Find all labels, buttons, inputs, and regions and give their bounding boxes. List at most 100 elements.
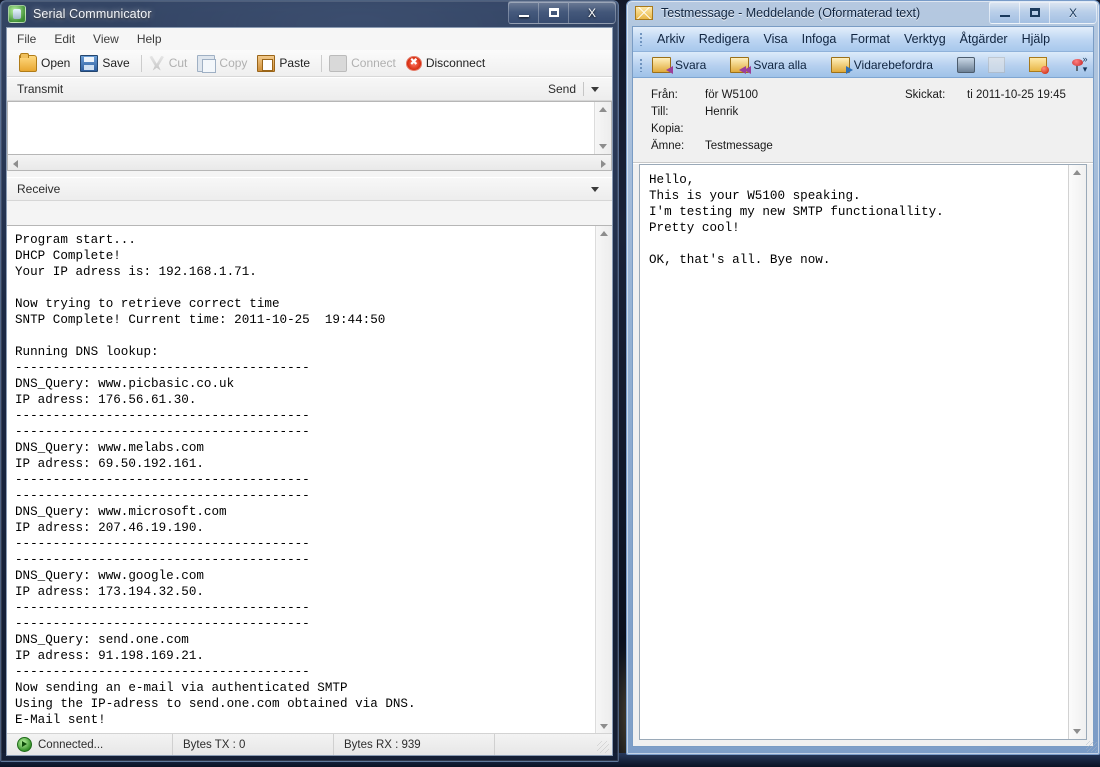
send-button[interactable]: Send <box>548 82 583 96</box>
reply-all-icon <box>730 57 749 73</box>
menu-item-redigera[interactable]: Redigera <box>699 32 750 46</box>
status-bytes-rx: Bytes RX : 939 <box>334 734 494 755</box>
menu-item-atgarder[interactable]: Åtgärder <box>960 32 1008 46</box>
receive-label: Receive <box>17 182 60 196</box>
open-button[interactable]: Open <box>16 54 77 73</box>
connect-button-label: Connect <box>351 56 396 70</box>
receive-textarea[interactable]: Program start... DHCP Complete! Your IP … <box>7 225 612 734</box>
forward-button-label: Vidarebefordra <box>854 58 933 72</box>
serial-toolbar[interactable]: Open Save Cut Copy Paste Connec <box>7 50 612 77</box>
menu-item-verktyg[interactable]: Verktyg <box>904 32 946 46</box>
minimize-button[interactable] <box>508 1 539 24</box>
forward-icon <box>831 57 850 73</box>
status-connection-text: Connected... <box>38 739 103 751</box>
disconnect-button-label: Disconnect <box>426 56 485 70</box>
minimize-button[interactable] <box>989 1 1020 24</box>
transmit-chevron-down-icon[interactable] <box>591 87 599 92</box>
reply-button[interactable]: Svara <box>648 56 710 74</box>
menu-item-edit[interactable]: Edit <box>54 32 75 46</box>
minimize-icon <box>519 15 529 17</box>
floppy-save-icon <box>80 55 98 72</box>
menu-item-file[interactable]: File <box>17 32 36 46</box>
scroll-left-icon[interactable] <box>13 160 18 168</box>
serial-title-bar[interactable]: Serial Communicator X <box>0 0 619 27</box>
cut-button: Cut <box>146 55 195 72</box>
maximize-icon <box>1030 8 1040 17</box>
menu-item-format[interactable]: Format <box>850 32 890 46</box>
paste-button-label: Paste <box>279 56 310 70</box>
forward-button[interactable]: Vidarebefordra <box>827 56 937 74</box>
resize-grip[interactable] <box>597 741 609 753</box>
maximize-button[interactable] <box>539 1 569 24</box>
mail-title-bar[interactable]: Testmessage - Meddelande (Oformaterad te… <box>626 0 1100 26</box>
scroll-down-icon[interactable] <box>600 724 608 729</box>
print-icon <box>957 57 975 73</box>
print-button[interactable] <box>953 56 979 74</box>
mail-resize-grip[interactable] <box>1086 741 1097 752</box>
scroll-down-icon[interactable] <box>1073 729 1081 734</box>
save-button[interactable]: Save <box>77 54 136 73</box>
from-value: för W5100 <box>705 89 905 101</box>
transmit-horizontal-scrollbar[interactable] <box>7 155 612 171</box>
close-button[interactable]: X <box>569 1 616 24</box>
scroll-up-icon[interactable] <box>599 107 607 112</box>
reply-all-button[interactable]: Svara alla <box>726 56 810 74</box>
mail-toolbar[interactable]: Svara Svara alla Vidarebefordra <box>633 52 1093 78</box>
mail-header-row-subject: Ämne: Testmessage <box>633 137 1093 154</box>
maximize-icon <box>549 8 559 17</box>
close-button[interactable]: X <box>1050 1 1097 24</box>
menu-item-hjalp[interactable]: Hjälp <box>1022 32 1051 46</box>
transmit-vertical-scrollbar[interactable] <box>594 102 611 154</box>
menu-item-visa[interactable]: Visa <box>764 32 788 46</box>
sent-label: Skickat: <box>905 89 967 101</box>
copy-button <box>984 56 1009 74</box>
toolbar-separator-2 <box>321 55 322 72</box>
cut-button-label: Cut <box>169 56 188 70</box>
scissors-icon <box>149 56 165 71</box>
serial-app-icon <box>8 5 26 23</box>
mail-block-icon <box>1029 57 1047 72</box>
mail-body-box[interactable]: Hello, This is your W5100 speaking. I'm … <box>639 164 1087 740</box>
menu-item-view[interactable]: View <box>93 32 119 46</box>
scroll-up-icon[interactable] <box>600 231 608 236</box>
scroll-down-icon[interactable] <box>599 144 607 149</box>
block-sender-button[interactable] <box>1025 56 1051 73</box>
clipboard-paste-icon <box>257 55 275 72</box>
scroll-right-icon[interactable] <box>601 160 606 168</box>
connected-icon <box>17 737 32 752</box>
paste-button[interactable]: Paste <box>254 54 317 73</box>
transmit-textarea[interactable] <box>7 101 612 155</box>
menu-item-help[interactable]: Help <box>137 32 162 46</box>
disconnect-icon <box>406 56 422 71</box>
receive-panel-header: Receive <box>7 177 612 201</box>
maximize-button[interactable] <box>1020 1 1050 24</box>
receive-vertical-scrollbar[interactable] <box>595 226 612 734</box>
receive-chevron-down-icon[interactable] <box>591 187 599 192</box>
toolbar-overflow-button[interactable]: » ▾ <box>1079 54 1091 74</box>
toolbar-grip-icon[interactable] <box>639 58 643 72</box>
disconnect-button[interactable]: Disconnect <box>403 55 492 72</box>
status-empty-cell <box>495 734 612 755</box>
to-value: Henrik <box>705 106 905 118</box>
menu-item-arkiv[interactable]: Arkiv <box>657 32 685 46</box>
scroll-up-icon[interactable] <box>1073 170 1081 175</box>
menu-item-infoga[interactable]: Infoga <box>802 32 837 46</box>
copy-button-label: Copy <box>219 56 247 70</box>
menu-grip-icon[interactable] <box>639 32 643 46</box>
open-button-label: Open <box>41 56 70 70</box>
mail-window-controls[interactable]: X <box>989 1 1097 24</box>
serial-communicator-window[interactable]: Serial Communicator X File Edit View Hel… <box>0 0 619 762</box>
serial-status-bar: Connected... Bytes TX : 0 Bytes RX : 939 <box>7 733 612 755</box>
mail-vertical-scrollbar[interactable] <box>1068 165 1086 739</box>
serial-menu-bar[interactable]: File Edit View Help <box>7 28 612 50</box>
overflow-arrows-icon: » <box>1082 55 1087 63</box>
mail-menu-bar[interactable]: Arkiv Redigera Visa Infoga Format Verkty… <box>633 27 1093 52</box>
serial-window-controls[interactable]: X <box>508 1 616 24</box>
envelope-icon <box>635 6 653 20</box>
receive-log-text: Program start... DHCP Complete! Your IP … <box>7 226 596 734</box>
subject-label: Ämne: <box>633 140 705 152</box>
outlook-message-window[interactable]: Testmessage - Meddelande (Oformaterad te… <box>626 0 1100 755</box>
copy-icon <box>197 55 215 72</box>
mail-header-row-to: Till: Henrik <box>633 103 1093 120</box>
subject-value: Testmessage <box>705 140 905 152</box>
